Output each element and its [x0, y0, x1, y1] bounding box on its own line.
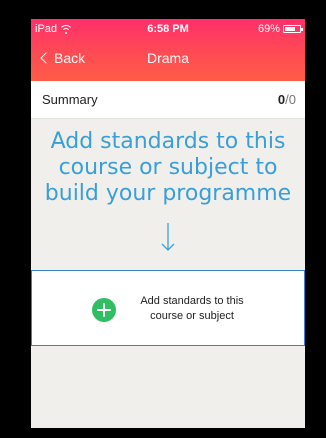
battery-icon	[283, 25, 303, 33]
empty-state-line-3: build your programme	[44, 181, 292, 206]
status-right: 69%	[257, 23, 303, 35]
arrow-down-icon	[161, 223, 175, 251]
summary-label: Summary	[42, 92, 98, 107]
summary-count: 0/0	[278, 92, 296, 107]
status-bar: iPad 6:58 PM 69%	[31, 19, 305, 39]
device-frame: iPad 6:58 PM 69% Back Drama Summary 0/0 …	[0, 0, 326, 438]
nav-bar: Back Drama	[31, 39, 305, 81]
summary-total: /0	[285, 92, 296, 107]
header: iPad 6:58 PM 69% Back Drama	[31, 19, 305, 81]
add-standards-button[interactable]: Add standards to this course or subject	[31, 270, 305, 346]
add-standards-line-2: course or subject	[150, 310, 234, 322]
page-title: Drama	[146, 50, 189, 66]
battery-percent: 69%	[257, 23, 280, 35]
app-screen: iPad 6:58 PM 69% Back Drama Summary 0/0 …	[31, 19, 305, 428]
empty-state-line-2: course or subject to	[58, 155, 278, 180]
empty-state-line-1: Add standards to this	[50, 129, 286, 154]
add-standards-line-1: Add standards to this	[140, 295, 244, 307]
plus-circle-icon	[92, 298, 116, 322]
add-standards-label: Add standards to this course or subject	[122, 294, 262, 324]
summary-row[interactable]: Summary 0/0	[31, 81, 305, 119]
empty-state-message: Add standards to this course or subject …	[31, 129, 305, 207]
